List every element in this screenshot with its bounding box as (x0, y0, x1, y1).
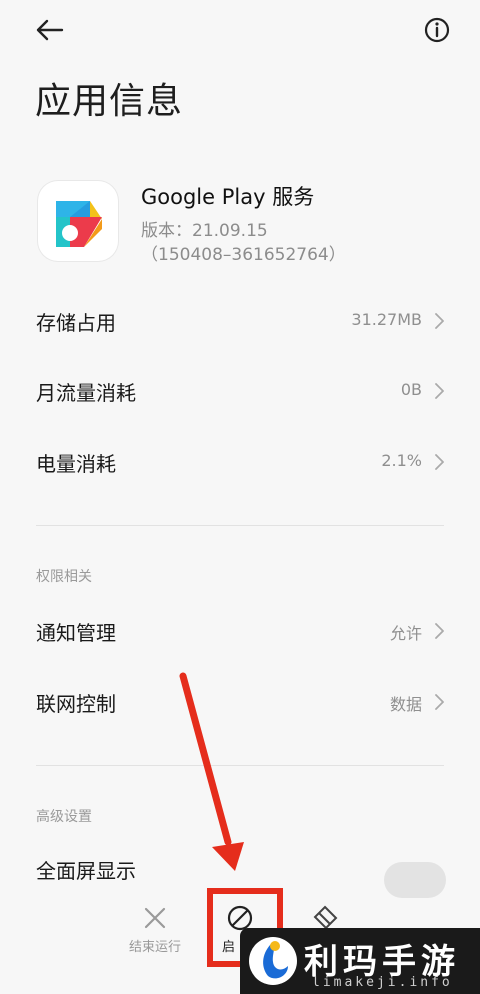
notification-management-row[interactable]: 通知管理 允许 (0, 597, 480, 667)
watermark-logo-icon (249, 937, 297, 985)
chevron-right-icon (435, 313, 444, 329)
row-value: 2.1% (381, 451, 422, 470)
info-icon[interactable] (423, 16, 451, 44)
watermark-url: limakeji.info (312, 975, 453, 990)
force-stop-label: 结束运行 (128, 940, 181, 955)
section-title-advanced: 高级设置 (36, 809, 92, 825)
divider (36, 765, 444, 766)
close-icon (144, 907, 166, 929)
row-label: 通知管理 (36, 621, 116, 645)
row-value: 数据 (389, 695, 422, 714)
chevron-right-icon (435, 383, 444, 399)
battery-usage-row[interactable]: 电量消耗 2.1% (0, 428, 480, 498)
back-arrow-icon[interactable] (34, 16, 64, 44)
row-value: 31.27MB (351, 310, 422, 329)
page-title: 应用信息 (35, 81, 184, 122)
chevron-right-icon (435, 454, 444, 470)
app-build: （150408–361652764） (141, 245, 346, 265)
data-usage-row[interactable]: 月流量消耗 0B (0, 357, 480, 427)
row-label: 联网控制 (36, 692, 116, 716)
row-label: 存储占用 (36, 311, 116, 335)
app-version: 版本：21.09.15 (141, 221, 268, 241)
network-control-row[interactable]: 联网控制 数据 (0, 668, 480, 738)
row-label: 电量消耗 (36, 452, 116, 476)
divider (36, 525, 444, 526)
chevron-right-icon (435, 623, 444, 639)
force-stop-button[interactable]: 结束运行 (115, 904, 195, 955)
google-play-services-app-icon (38, 181, 118, 261)
storage-row[interactable]: 存储占用 31.27MB (0, 287, 480, 357)
row-value: 0B (400, 380, 422, 399)
section-title-permissions: 权限相关 (36, 569, 92, 585)
row-value: 允许 (389, 624, 422, 643)
chevron-right-icon (435, 694, 444, 710)
app-name: Google Play 服务 (141, 185, 315, 209)
row-label: 月流量消耗 (36, 381, 136, 405)
watermark: 利玛手游 limakeji.info (240, 928, 480, 994)
